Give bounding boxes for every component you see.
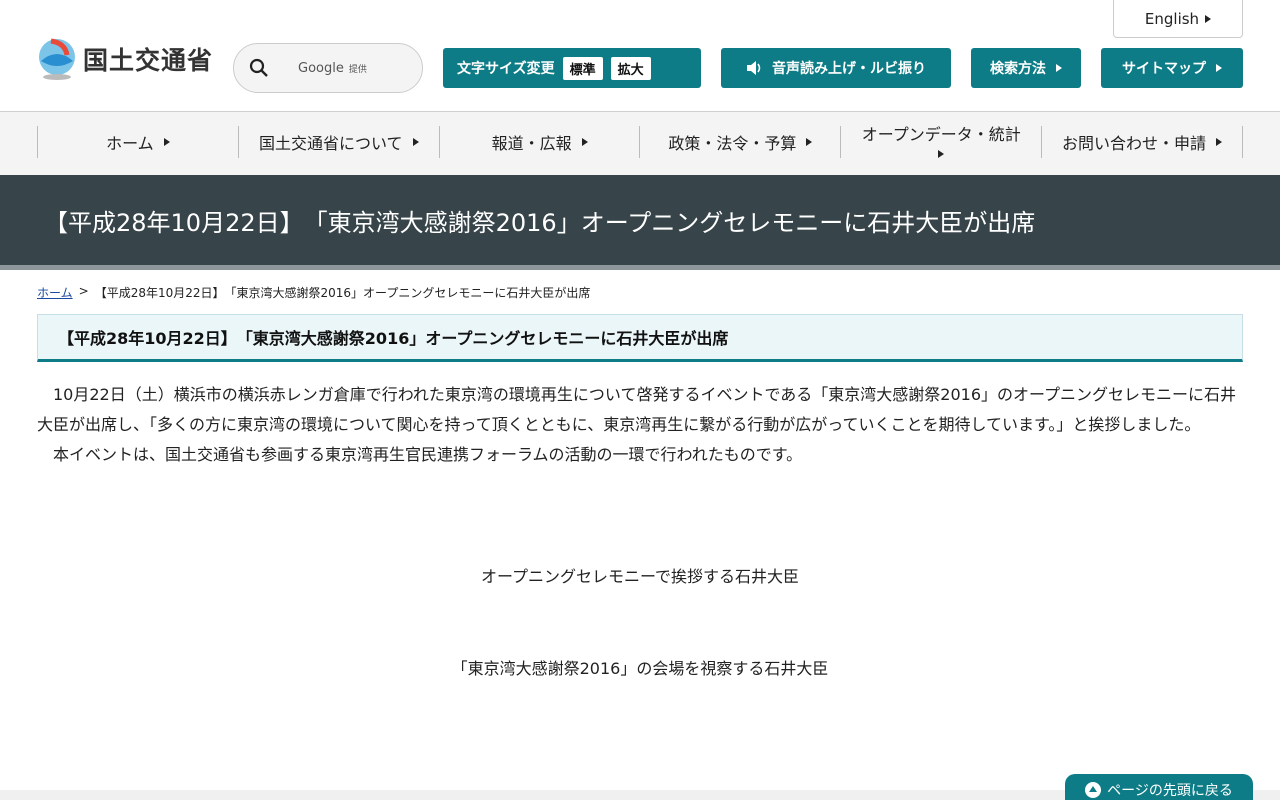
logo-text: 国土交通省 — [83, 46, 214, 75]
arrow-right-icon — [1205, 14, 1212, 23]
nav-item-label: お問い合わせ・申請 — [1062, 134, 1207, 153]
arrow-right-icon — [1056, 64, 1062, 72]
nav-item-label: ホーム — [106, 134, 154, 153]
sitemap-button[interactable]: サイトマップ — [1101, 48, 1243, 88]
voice-reading-button[interactable]: 音声読み上げ・ルビ振り — [721, 48, 951, 88]
article-heading: 【平成28年10月22日】 「東京湾大感謝祭2016」オープニングセレモニーに石… — [37, 314, 1243, 362]
breadcrumb: ホーム > 【平成28年10月22日】 「東京湾大感謝祭2016」オープニングセ… — [37, 284, 590, 301]
font-size-label: 文字サイズ変更 — [457, 61, 555, 77]
nav-item-label: 国土交通省について — [258, 134, 403, 153]
title-divider — [0, 265, 1280, 270]
article-body: 10月22日（土）横浜市の横浜赤レンガ倉庫で行われた東京湾の環境再生について啓発… — [37, 380, 1243, 470]
logo-mark-icon — [37, 37, 77, 81]
global-nav-list: ホーム 国土交通省について 報道・広報 政策・法令・予算 オープンデータ・統計 … — [37, 126, 1243, 158]
sitemap-label: サイトマップ — [1122, 61, 1206, 77]
back-to-top-button[interactable]: ページの先頭に戻る — [1065, 774, 1253, 800]
speaker-icon — [747, 61, 761, 75]
font-size-large-button[interactable]: 拡大 — [610, 56, 651, 80]
arrow-right-icon — [1216, 64, 1222, 72]
article-paragraph: 本イベントは、国土交通省も参画する東京湾再生官民連携フォーラムの活動の一環で行わ… — [53, 445, 803, 464]
nav-item-about[interactable]: 国土交通省について — [239, 126, 440, 158]
back-to-top-label: ページの先頭に戻る — [1107, 783, 1233, 799]
breadcrumb-home-link[interactable]: ホーム — [37, 284, 73, 301]
article-paragraph: 10月22日（土）横浜市の横浜赤レンガ倉庫で行われた東京湾の環境再生について啓発… — [37, 385, 1237, 434]
voice-reading-label: 音声読み上げ・ルビ振り — [772, 61, 926, 77]
english-link[interactable]: English — [1113, 0, 1243, 38]
arrow-right-icon — [1216, 138, 1223, 146]
nav-item-contact[interactable]: お問い合わせ・申請 — [1042, 126, 1243, 158]
search-method-button[interactable]: 検索方法 — [971, 48, 1081, 88]
arrow-right-icon — [938, 150, 945, 158]
article-heading-text: 【平成28年10月22日】 「東京湾大感謝祭2016」オープニングセレモニーに石… — [58, 329, 729, 348]
photo-caption: オープニングセレモニーで挨拶する石井大臣 — [480, 567, 800, 586]
arrow-up-icon — [1085, 782, 1102, 798]
nav-item-policy[interactable]: 政策・法令・予算 — [640, 126, 842, 158]
nav-item-open-data[interactable]: オープンデータ・統計 — [841, 125, 1043, 158]
arrow-right-icon — [412, 138, 419, 146]
search-provider-sub: 提供 — [348, 64, 367, 75]
photo-caption: 「東京湾大感謝祭2016」の会場を視察する石井大臣 — [451, 659, 829, 678]
arrow-right-icon — [581, 138, 588, 146]
page-title: 【平成28年10月22日】 「東京湾大感謝祭2016」オープニングセレモニーに石… — [0, 175, 1280, 265]
nav-item-label: 政策・法令・予算 — [668, 134, 797, 153]
arrow-right-icon — [163, 138, 170, 146]
search-box[interactable]: Google 提供 — [233, 43, 423, 93]
search-method-label: 検索方法 — [990, 61, 1046, 77]
font-size-control: 文字サイズ変更 標準 拡大 — [443, 48, 701, 88]
arrow-right-icon — [806, 138, 813, 146]
nav-item-press[interactable]: 報道・広報 — [440, 126, 641, 158]
font-size-standard-button[interactable]: 標準 — [562, 56, 603, 80]
english-label: English — [1144, 9, 1200, 28]
breadcrumb-current: 【平成28年10月22日】 「東京湾大感謝祭2016」オープニングセレモニーに石… — [94, 286, 591, 300]
breadcrumb-separator: > — [78, 284, 89, 298]
site-header: 国土交通省 Google 提供 English 文字サイズ変更 標準 拡大 音声… — [0, 0, 1280, 112]
nav-item-home[interactable]: ホーム — [38, 126, 239, 158]
site-logo[interactable]: 国土交通省 — [37, 37, 213, 81]
nav-item-label: オープンデータ・統計 — [861, 125, 1021, 144]
page-title-text: 【平成28年10月22日】 「東京湾大感謝祭2016」オープニングセレモニーに石… — [44, 208, 1036, 237]
nav-item-label: 報道・広報 — [491, 134, 572, 153]
global-nav: ホーム 国土交通省について 報道・広報 政策・法令・予算 オープンデータ・統計 … — [0, 112, 1280, 175]
search-icon[interactable] — [234, 43, 284, 93]
search-provider-label: Google — [298, 60, 344, 76]
